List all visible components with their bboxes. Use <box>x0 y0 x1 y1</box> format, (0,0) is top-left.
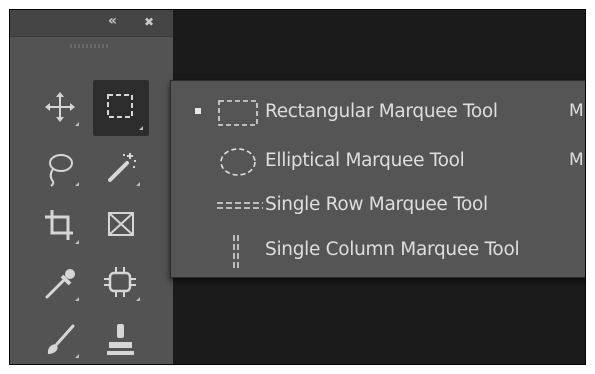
menu-item-shortcut: M <box>569 150 584 170</box>
single-row-marquee-icon <box>217 202 263 209</box>
marquee-tools-flyout: Rectangular Marquee Tool M Elliptical Ma… <box>170 80 585 278</box>
clone-stamp-icon <box>107 324 134 355</box>
tools-panel-header: « ✖ <box>10 10 173 37</box>
menu-item-label: Rectangular Marquee Tool <box>265 101 498 122</box>
menu-item-label: Single Column Marquee Tool <box>265 239 520 260</box>
menu-item-label: Elliptical Marquee Tool <box>265 150 465 171</box>
magic-wand-tool-button[interactable] <box>96 142 146 192</box>
lasso-tool-button[interactable] <box>35 142 85 192</box>
eyedropper-tool-button[interactable] <box>35 257 85 307</box>
single-column-marquee-icon <box>233 235 239 269</box>
magic-wand-icon <box>108 153 140 186</box>
photoshop-window: « ✖ Rectangular Marquee Tool M Elliptica… <box>9 9 586 365</box>
clone-stamp-tool-button[interactable] <box>96 314 146 364</box>
rectangular-marquee-item[interactable]: Rectangular Marquee Tool M <box>171 91 585 135</box>
move-icon <box>45 92 79 126</box>
lasso-icon <box>49 154 79 187</box>
brush-icon <box>47 324 79 358</box>
crop-tool-button[interactable] <box>35 200 85 250</box>
single-column-marquee-item[interactable]: Single Column Marquee Tool <box>171 229 585 273</box>
spot-healing-tool-button[interactable] <box>96 257 146 307</box>
menu-item-shortcut: M <box>569 101 584 121</box>
eyedropper-icon <box>45 269 79 301</box>
tools-panel: « ✖ <box>10 10 173 364</box>
crop-icon <box>45 210 79 244</box>
single-row-marquee-item[interactable]: Single Row Marquee Tool <box>171 184 585 228</box>
frame-tool-button[interactable] <box>96 200 146 250</box>
menu-item-label: Single Row Marquee Tool <box>265 194 488 215</box>
move-tool-button[interactable] <box>35 82 85 132</box>
close-panel-button[interactable]: ✖ <box>144 15 154 29</box>
spot-healing-icon <box>104 267 140 301</box>
rectangular-marquee-icon <box>107 94 143 130</box>
collapse-panel-button[interactable]: « <box>108 13 117 29</box>
frame-icon <box>108 212 134 236</box>
marquee-tool-button[interactable] <box>93 80 149 136</box>
elliptical-marquee-item[interactable]: Elliptical Marquee Tool M <box>171 140 585 184</box>
rectangular-marquee-icon <box>218 100 258 126</box>
brush-tool-button[interactable] <box>35 314 85 364</box>
panel-grip[interactable] <box>70 44 108 48</box>
elliptical-marquee-icon <box>220 148 256 176</box>
